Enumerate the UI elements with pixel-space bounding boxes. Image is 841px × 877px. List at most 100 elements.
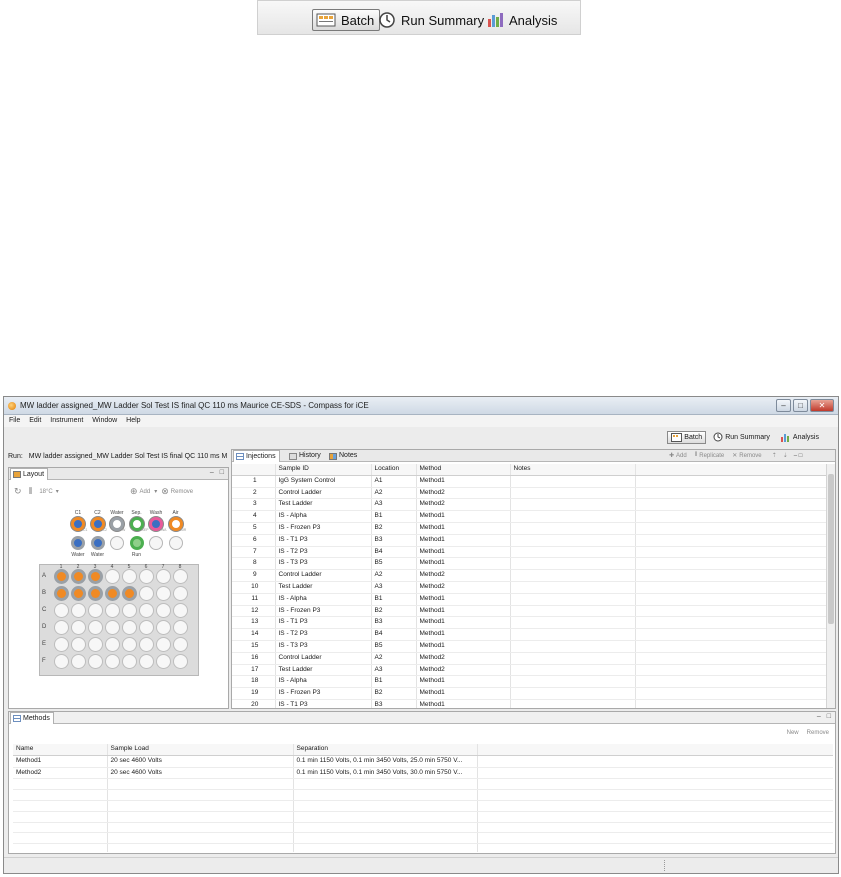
temperature-select[interactable]: 18°C [39, 489, 52, 495]
plate-well[interactable] [156, 654, 171, 669]
plate-well[interactable] [105, 586, 120, 601]
move-down-icon[interactable]: ⇣ [783, 452, 788, 459]
column-header[interactable] [232, 464, 276, 476]
injection-row[interactable]: 10 Test Ladder A3 Method2 [232, 581, 826, 594]
plate-well[interactable] [139, 620, 154, 635]
chevron-down-icon[interactable]: ▾ [56, 488, 59, 495]
plate-well[interactable] [54, 654, 69, 669]
plate-well[interactable] [105, 654, 120, 669]
plate-well[interactable] [173, 586, 188, 601]
plate-well[interactable] [71, 569, 86, 584]
minimize-button[interactable]: – [776, 399, 791, 412]
injection-row[interactable]: 16 Control Ladder A2 Method2 [232, 652, 826, 665]
add-injection-button[interactable]: Add [676, 453, 687, 459]
injection-row[interactable]: 11 IS - Alpha B1 Method1 [232, 593, 826, 606]
injection-row[interactable]: 9 Control Ladder A2 Method2 [232, 569, 826, 582]
method-row[interactable] [13, 800, 833, 812]
tab-history[interactable]: History [287, 450, 324, 462]
run-summary-perspective-button[interactable]: Run Summary [378, 9, 484, 31]
plate-well[interactable] [105, 603, 120, 618]
add-button[interactable]: Add [140, 489, 151, 495]
remove-button[interactable]: Remove [171, 489, 193, 495]
plate-well[interactable] [122, 569, 137, 584]
plate-well[interactable] [88, 637, 103, 652]
column-header[interactable] [477, 744, 833, 756]
methods-panel-window-controls[interactable]: – □ [817, 713, 833, 720]
menu-window[interactable]: Window [92, 417, 117, 424]
reservoir-vial-bottom[interactable] [110, 536, 124, 550]
plate-well[interactable] [71, 586, 86, 601]
plate-well[interactable] [139, 586, 154, 601]
batch-perspective-button[interactable]: Batch [312, 9, 381, 31]
panel-window-controls[interactable]: – □ [794, 453, 803, 459]
reservoir-vial-bottom[interactable] [71, 536, 85, 550]
plate-well[interactable] [88, 620, 103, 635]
injection-row[interactable]: 12 IS - Frozen P3 B2 Method1 [232, 605, 826, 618]
chevron-down-icon[interactable]: ▾ [154, 488, 157, 495]
scrollbar-thumb[interactable] [828, 474, 834, 624]
tab-notes[interactable]: Notes [327, 450, 360, 462]
reservoir-vial-bottom[interactable] [129, 536, 144, 550]
menu-file[interactable]: File [9, 417, 20, 424]
method-row[interactable] [13, 832, 833, 845]
plate-well[interactable] [88, 654, 103, 669]
run-summary-perspective-small[interactable]: Run Summary [710, 431, 773, 444]
column-header[interactable]: Sample ID [275, 464, 372, 476]
plate-well[interactable] [139, 637, 154, 652]
batch-perspective-small[interactable]: Batch [667, 430, 707, 444]
plate-well[interactable] [105, 569, 120, 584]
injection-row[interactable]: 18 IS - Alpha B1 Method1 [232, 675, 826, 689]
method-row[interactable] [13, 778, 833, 791]
plate-well[interactable] [122, 603, 137, 618]
plate-well[interactable] [173, 603, 188, 618]
plate-well[interactable] [139, 569, 154, 584]
plate-well[interactable] [122, 586, 137, 601]
injection-row[interactable]: 19 IS - Frozen P3 B2 Method1 [232, 687, 826, 700]
injection-row[interactable]: 8 IS - T3 P3 B5 Method1 [232, 557, 826, 571]
new-method-button[interactable]: New [787, 730, 799, 736]
menu-help[interactable]: Help [126, 417, 140, 424]
column-header[interactable]: Location [371, 464, 417, 476]
analysis-perspective-button[interactable]: Analysis [486, 9, 557, 31]
maximize-button[interactable]: □ [793, 399, 808, 412]
column-header[interactable]: Notes [510, 464, 636, 476]
method-row[interactable]: Method2 20 sec 4600 Volts 0.1 min 1150 Vol… [13, 767, 833, 780]
replicate-button[interactable]: Replicate [699, 453, 724, 459]
tab-methods[interactable]: Methods [10, 712, 54, 724]
menu-instrument[interactable]: Instrument [50, 417, 83, 424]
injection-row[interactable]: 6 IS - T1 P3 B3 Method1 [232, 534, 826, 547]
plate-well[interactable] [54, 637, 69, 652]
plate-well[interactable] [54, 620, 69, 635]
plate-well[interactable] [139, 654, 154, 669]
tab-layout[interactable]: Layout [10, 468, 49, 480]
reservoir-vial-bottom[interactable] [90, 536, 105, 550]
plate-well[interactable] [156, 637, 171, 652]
close-button[interactable]: ✕ [810, 399, 834, 412]
plate-well[interactable] [54, 603, 69, 618]
plate-well[interactable] [71, 637, 86, 652]
method-row[interactable] [13, 789, 833, 801]
remove-method-button[interactable]: Remove [807, 730, 829, 736]
plate-well[interactable] [88, 569, 103, 584]
injection-row[interactable]: 2 Control Ladder A2 Method2 [232, 487, 826, 500]
plate-well[interactable] [88, 586, 103, 601]
method-row[interactable] [13, 811, 833, 823]
plate-well[interactable] [173, 569, 188, 584]
plate-well[interactable] [156, 620, 171, 635]
plate-well[interactable] [156, 603, 171, 618]
plate-well[interactable] [71, 603, 86, 618]
plate-well[interactable] [105, 637, 120, 652]
plate-well[interactable] [173, 620, 188, 635]
plate-well[interactable] [173, 637, 188, 652]
injection-row[interactable]: 3 Test Ladder A3 Method2 [232, 498, 826, 512]
reservoir-vial-bottom[interactable] [168, 536, 183, 550]
method-row[interactable]: Method1 20 sec 4600 Volts 0.1 min 1150 Vol… [13, 755, 833, 768]
plate-well[interactable] [105, 620, 120, 635]
plate-well[interactable] [122, 654, 137, 669]
plate-well[interactable] [139, 603, 154, 618]
injection-row[interactable]: 7 IS - T2 P3 B4 Method1 [232, 546, 826, 559]
move-up-icon[interactable]: ⇡ [772, 452, 777, 459]
plate-well[interactable] [54, 586, 69, 601]
injection-row[interactable]: 13 IS - T1 P3 B3 Method1 [232, 616, 826, 630]
tab-injections[interactable]: Injections [233, 450, 280, 462]
